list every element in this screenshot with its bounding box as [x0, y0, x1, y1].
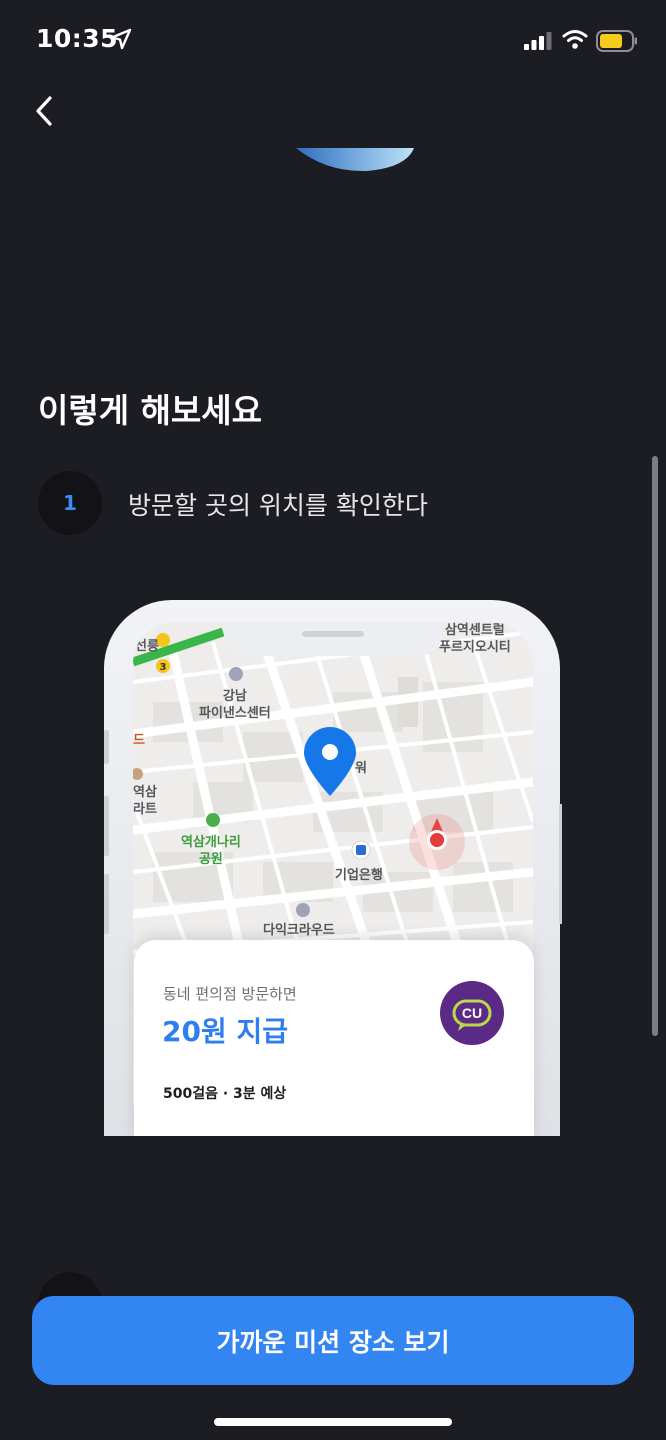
map-label: 삼역센트럴 푸르지오시티	[439, 623, 511, 655]
section-title: 이렇게 해보세요	[38, 391, 263, 430]
back-chevron-icon	[36, 96, 52, 126]
map-label: 다익크라우드	[263, 923, 335, 938]
phone-speaker	[302, 631, 364, 637]
nearby-mission-button[interactable]: 가까운 미션 장소 보기	[32, 1296, 634, 1385]
card-meta: 500걸음 · 3분 예상	[163, 1086, 287, 1102]
map-pin-icon	[304, 727, 356, 796]
map-label: 역삼개나리 공원	[181, 835, 241, 867]
phone-mockup: 3 강남 파이낸스센터 역삼개나리 공원 기업은행 다익크라우드 삼역센트럴 푸르지오…	[104, 600, 562, 1136]
step-number: 1	[63, 491, 77, 515]
phone-notch	[224, 622, 442, 656]
map-label: 드	[133, 733, 145, 748]
hero-illustration	[296, 148, 414, 172]
scrollbar[interactable]	[652, 456, 658, 1036]
battery-icon	[596, 30, 637, 52]
signal-icon	[524, 32, 552, 50]
cu-logo-mark: CU	[452, 999, 492, 1031]
phone-side-button	[559, 804, 562, 924]
status-time: 10:35	[36, 24, 119, 53]
map-label: 강남 파이낸스센터	[199, 689, 271, 721]
home-indicator	[214, 1418, 452, 1426]
subway-line-number: 3	[160, 662, 167, 673]
current-location-icon	[409, 814, 465, 870]
map-label: 역삼 라트	[133, 785, 157, 817]
location-arrow-icon	[110, 28, 132, 50]
cta-label: 가까운 미션 장소 보기	[216, 1327, 450, 1357]
card-subtitle: 동네 편의점 방문하면	[163, 985, 297, 1003]
map-label: 기업은행	[335, 868, 383, 883]
svg-text:CU: CU	[462, 1005, 482, 1021]
back-button[interactable]	[28, 92, 68, 132]
cu-logo: CU	[440, 981, 504, 1045]
card-amount: 20원 지급	[162, 1015, 288, 1048]
wifi-icon	[562, 30, 588, 49]
step-number-badge: 1	[38, 471, 102, 535]
map-label: 선릉	[135, 639, 159, 654]
phone-side-button	[104, 730, 109, 764]
step-text: 방문할 곳의 위치를 확인한다	[128, 491, 428, 520]
phone-side-button	[104, 874, 109, 934]
phone-side-button	[104, 796, 109, 856]
mission-card: 동네 편의점 방문하면 20원 지급 500걸음 · 3분 예상 CU	[134, 940, 534, 1136]
